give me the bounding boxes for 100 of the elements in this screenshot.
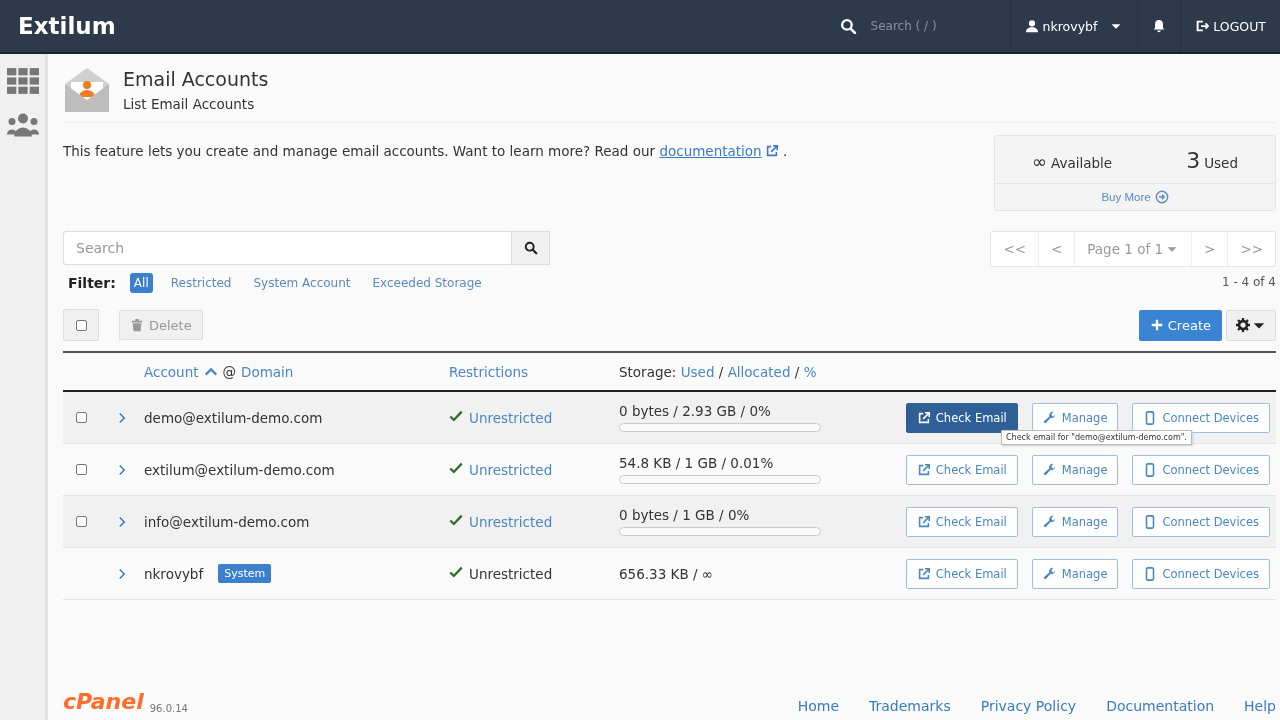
next-page-button[interactable]: > (1191, 232, 1228, 266)
check-email-button[interactable]: Check Email (905, 402, 1018, 433)
footer-link[interactable]: Home (797, 698, 839, 714)
used-label: Used (1204, 155, 1238, 171)
plus-icon (1149, 318, 1164, 332)
row-checkbox[interactable] (76, 464, 87, 475)
restriction-link[interactable]: Unrestricted (469, 513, 553, 530)
storage-usage: 54.8 KB / 1 GB / 0.01% (619, 455, 775, 471)
intro-text: This feature lets you create and manage email accounts. Want to learn more? Read our documentation . (63, 143, 788, 161)
connect-devices-button[interactable]: Connect Devices (1132, 402, 1270, 433)
results-range: 1 - 4 of 4 (1220, 275, 1276, 289)
search-icon (523, 241, 538, 255)
filter-label: Filter: (68, 275, 116, 291)
filter-option[interactable]: Restricted (166, 273, 236, 293)
storage-usage: 0 bytes / 2.93 GB / 0% (619, 403, 772, 419)
envelope-user-icon (63, 66, 111, 114)
wrench-icon (1042, 410, 1057, 425)
search-icon (839, 17, 857, 35)
system-badge: System (218, 564, 272, 583)
row-checkbox[interactable] (76, 412, 87, 423)
footer-link[interactable]: Privacy Policy (980, 698, 1077, 714)
check-icon (449, 565, 463, 579)
first-page-button[interactable]: << (991, 232, 1038, 266)
check-icon (449, 513, 463, 527)
used-value: 3 (1186, 148, 1201, 173)
account-name: demo@extilum-demo.com (144, 409, 323, 426)
manage-button[interactable]: Manage (1031, 454, 1119, 485)
percent-sort-link[interactable]: % (803, 363, 817, 380)
filter-option[interactable]: Exceeded Storage (368, 273, 486, 293)
brand-name: Extilum (18, 13, 117, 39)
filter-option[interactable]: All (129, 273, 153, 293)
page-title: Email Accounts (123, 68, 269, 90)
settings-button[interactable] (1226, 309, 1276, 341)
version-text: 96.0.14 (149, 703, 188, 714)
bell-icon (1152, 19, 1167, 33)
external-link-icon (916, 566, 931, 581)
separator: / (794, 363, 800, 380)
manage-button[interactable]: Manage (1031, 506, 1119, 537)
allocated-sort-link[interactable]: Allocated (727, 363, 791, 380)
cpanel-logo: cPanel (63, 689, 144, 714)
footer-link[interactable]: Help (1244, 698, 1276, 714)
page-subtitle: List Email Accounts (123, 96, 256, 112)
available-label: Available (1051, 155, 1113, 171)
row-checkbox[interactable] (76, 516, 87, 527)
footer-link[interactable]: Trademarks (869, 698, 951, 714)
storage-usage: 0 bytes / 1 GB / 0% (619, 507, 751, 523)
check-email-button[interactable]: Check Email (905, 454, 1018, 485)
restriction-link[interactable]: Unrestricted (469, 409, 553, 426)
external-link-icon (764, 144, 779, 158)
wrench-icon (1042, 566, 1057, 581)
external-link-icon (916, 462, 931, 477)
logout-button[interactable]: LOGOUT (1180, 0, 1280, 52)
arrow-circle-icon (1154, 190, 1169, 204)
used-sort-link[interactable]: Used (680, 363, 715, 380)
check-icon (449, 409, 463, 423)
header-search-field[interactable]: Search ( / ) (868, 18, 983, 34)
account-sort-link[interactable]: Account (144, 363, 199, 380)
check-email-button[interactable]: Check Email (905, 506, 1018, 537)
footer-link[interactable]: Documentation (1106, 698, 1215, 714)
page-select[interactable]: Page 1 of 1 (1074, 232, 1192, 266)
documentation-link[interactable]: documentation (659, 143, 779, 159)
manage-button[interactable]: Manage (1031, 402, 1119, 433)
logout-icon (1195, 19, 1210, 33)
search-button[interactable] (512, 231, 550, 265)
users-icon (6, 112, 39, 138)
search-field[interactable]: Search (63, 231, 512, 265)
trash-icon (130, 318, 144, 332)
restriction-status: Unrestricted (469, 565, 553, 582)
connect-devices-button[interactable]: Connect Devices (1132, 558, 1270, 589)
buy-more-link[interactable]: Buy More (995, 184, 1275, 210)
restriction-link[interactable]: Unrestricted (469, 461, 553, 478)
apps-grid-icon (6, 68, 39, 94)
wrench-icon (1042, 514, 1057, 529)
manage-button[interactable]: Manage (1031, 558, 1119, 589)
external-link-icon (916, 514, 931, 529)
separator: / (718, 363, 724, 380)
restrictions-sort-link[interactable]: Restrictions (449, 363, 529, 380)
create-button[interactable]: Create (1138, 309, 1222, 341)
available-value: ∞ (1032, 151, 1047, 172)
user-icon (1024, 19, 1039, 33)
last-page-button[interactable]: >> (1227, 232, 1275, 266)
account-name: nkrovybf (144, 565, 204, 582)
account-name: extilum@extilum-demo.com (144, 461, 335, 478)
delete-button[interactable]: Delete (119, 310, 203, 340)
settings-icon (1236, 318, 1250, 332)
storage-label: Storage: (619, 363, 677, 380)
wrench-icon (1042, 462, 1057, 477)
connect-devices-button[interactable]: Connect Devices (1132, 506, 1270, 537)
check-icon (449, 461, 463, 475)
domain-sort-link[interactable]: Domain (241, 363, 294, 380)
user-menu[interactable]: nkrovybf (1009, 0, 1138, 52)
external-link-icon (916, 410, 931, 425)
filter-option[interactable]: System Account (249, 273, 355, 293)
previous-page-button[interactable]: < (1038, 232, 1075, 266)
select-all-checkbox[interactable] (75, 319, 87, 331)
check-email-button[interactable]: Check Email (905, 558, 1018, 589)
connect-devices-button[interactable]: Connect Devices (1132, 454, 1270, 485)
account-name: info@extilum-demo.com (144, 513, 310, 530)
tooltip: Check email for "demo@extilum-demo.com". (1001, 430, 1192, 445)
storage-usage: 656.33 KB / ∞ (619, 565, 715, 582)
